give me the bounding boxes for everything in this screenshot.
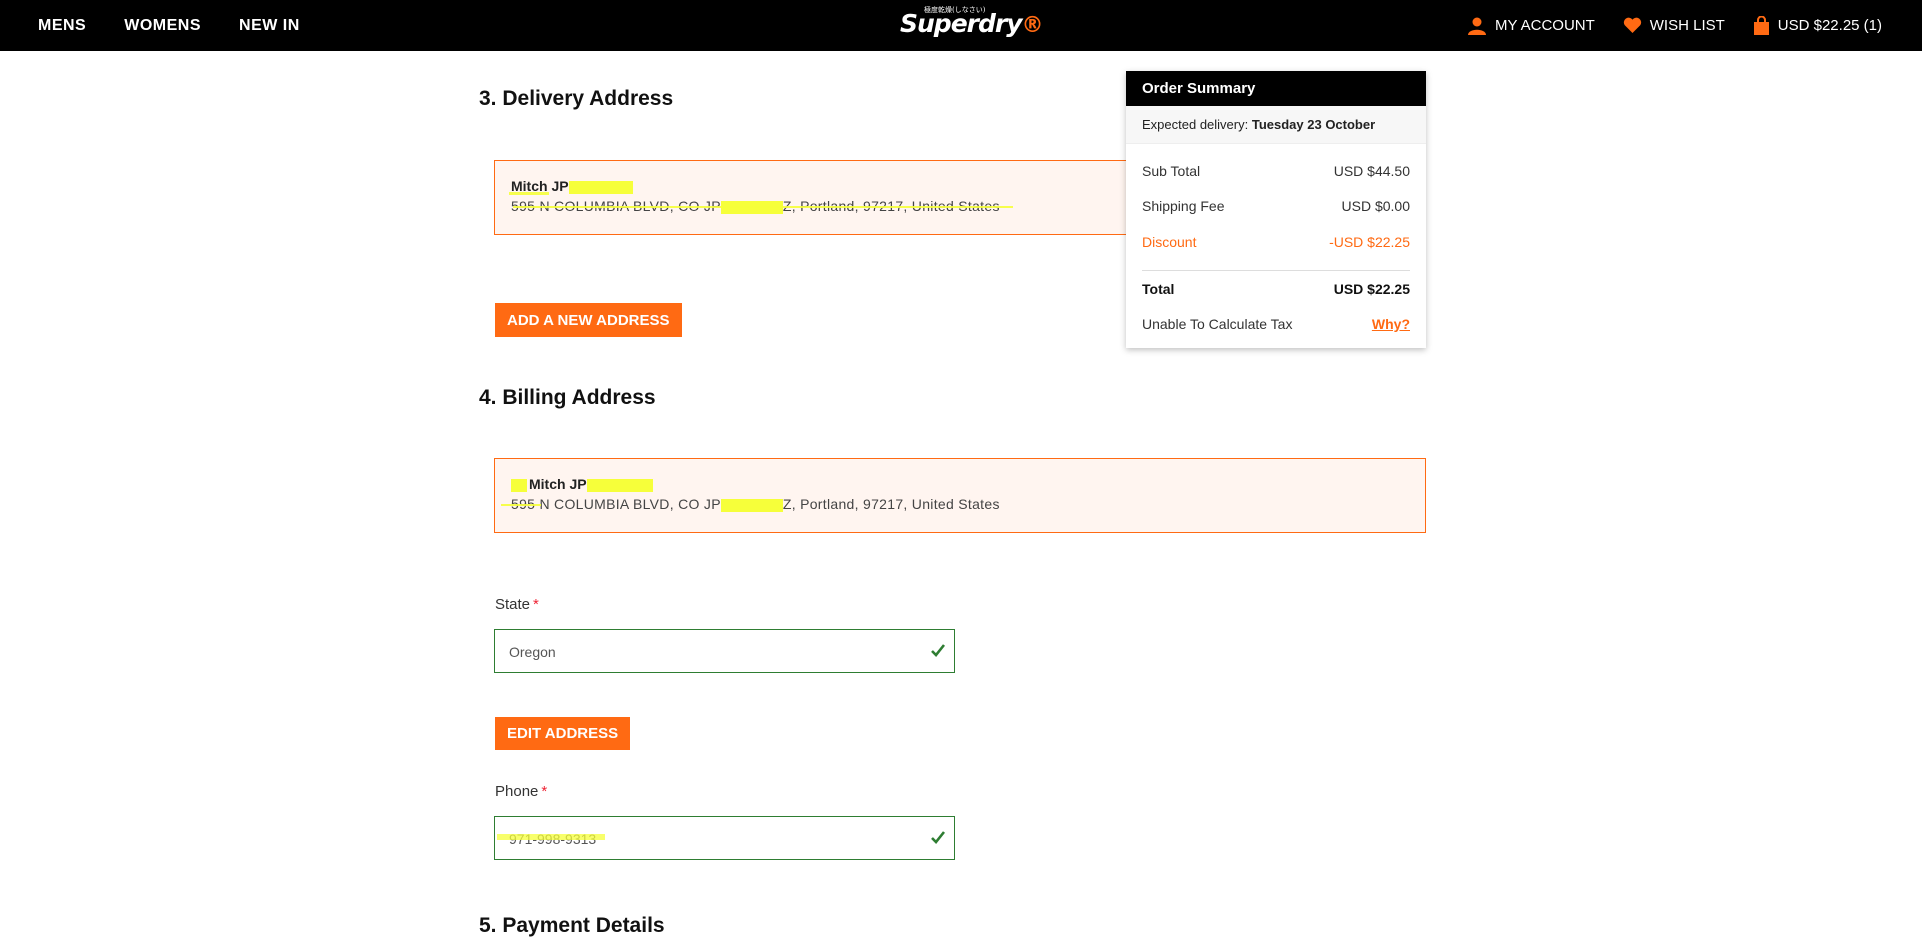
redaction-block xyxy=(568,180,633,194)
redaction-block xyxy=(511,478,527,492)
main-nav: MENS WOMENS NEW IN xyxy=(38,0,300,51)
add-new-address-button[interactable]: ADD A NEW ADDRESS xyxy=(495,303,682,337)
order-summary-title: Order Summary xyxy=(1126,71,1426,106)
billing-address-name: Mitch JP xyxy=(511,476,653,492)
redaction-mark xyxy=(513,206,1013,208)
state-field xyxy=(494,629,955,674)
shipping-fee-row: Shipping Fee USD $0.00 xyxy=(1142,198,1410,214)
my-account-link[interactable]: MY ACCOUNT xyxy=(1467,16,1595,36)
billing-address-heading: 4. Billing Address xyxy=(479,386,656,409)
tax-row: Unable To Calculate Tax Why? xyxy=(1142,316,1410,332)
my-account-label: MY ACCOUNT xyxy=(1495,17,1595,34)
superdry-logo[interactable]: 極度乾燥(しなさい) Superdry® xyxy=(900,6,1044,38)
wish-list-link[interactable]: WISH LIST xyxy=(1623,17,1725,34)
nav-link-new-in[interactable]: NEW IN xyxy=(239,17,300,35)
expected-delivery-date: Tuesday 23 October xyxy=(1251,117,1376,132)
shopping-bag-icon xyxy=(1753,15,1770,36)
summary-divider xyxy=(1142,270,1410,271)
delivery-address-name: Mitch JP xyxy=(511,178,633,194)
account-nav: MY ACCOUNT WISH LIST USD $22.25 (1) xyxy=(1467,0,1882,51)
state-field-label: State * xyxy=(495,596,539,613)
redaction-block xyxy=(720,498,783,512)
subtotal-row: Sub Total USD $44.50 xyxy=(1142,163,1410,179)
delivery-address-heading: 3. Delivery Address xyxy=(479,87,674,110)
discount-row: Discount -USD $22.25 xyxy=(1142,234,1410,250)
checkmark-icon xyxy=(930,829,946,850)
checkmark-icon xyxy=(930,642,946,663)
shipping-fee-value: USD $0.00 xyxy=(1341,198,1410,214)
phone-field xyxy=(494,816,955,861)
required-marker: * xyxy=(541,783,548,800)
nav-link-mens[interactable]: MENS xyxy=(38,17,86,35)
redaction-mark xyxy=(501,504,541,506)
payment-details-heading: 5. Payment Details xyxy=(479,914,665,937)
redaction-mark xyxy=(497,834,605,840)
order-summary-panel: Order Summary Expected delivery: Tuesday… xyxy=(1126,71,1426,348)
heart-icon xyxy=(1623,17,1642,34)
billing-address-line: 595 N COLUMBIA BLVD, CO JP Z, Portland, 9… xyxy=(511,496,1000,512)
subtotal-value: USD $44.50 xyxy=(1333,163,1410,179)
edit-address-button[interactable]: EDIT ADDRESS xyxy=(495,717,631,750)
discount-value: -USD $22.25 xyxy=(1329,234,1410,250)
tax-why-link[interactable]: Why? xyxy=(1372,316,1410,332)
expected-delivery: Expected delivery: Tuesday 23 October xyxy=(1126,106,1426,144)
phone-field-label: Phone * xyxy=(495,783,548,800)
logo-registered-mark: ® xyxy=(1021,13,1044,38)
total-row: Total USD $22.25 xyxy=(1142,281,1410,297)
wish-list-label: WISH LIST xyxy=(1649,17,1725,34)
nav-link-womens[interactable]: WOMENS xyxy=(124,17,201,35)
billing-address-card[interactable]: Mitch JP 595 N COLUMBIA BLVD, CO JP Z, Po… xyxy=(494,458,1426,533)
person-icon xyxy=(1467,16,1487,36)
cart-link[interactable]: USD $22.25 (1) xyxy=(1753,15,1882,36)
total-value: USD $22.25 xyxy=(1333,281,1410,297)
logo-tagline: 極度乾燥(しなさい) xyxy=(924,6,986,14)
state-input[interactable] xyxy=(507,630,911,674)
cart-total-label: USD $22.25 (1) xyxy=(1777,17,1882,34)
required-marker: * xyxy=(533,596,539,613)
redaction-block xyxy=(586,478,653,492)
top-navigation-bar: MENS WOMENS NEW IN 極度乾燥(しなさい) Superdry® … xyxy=(0,0,1922,51)
